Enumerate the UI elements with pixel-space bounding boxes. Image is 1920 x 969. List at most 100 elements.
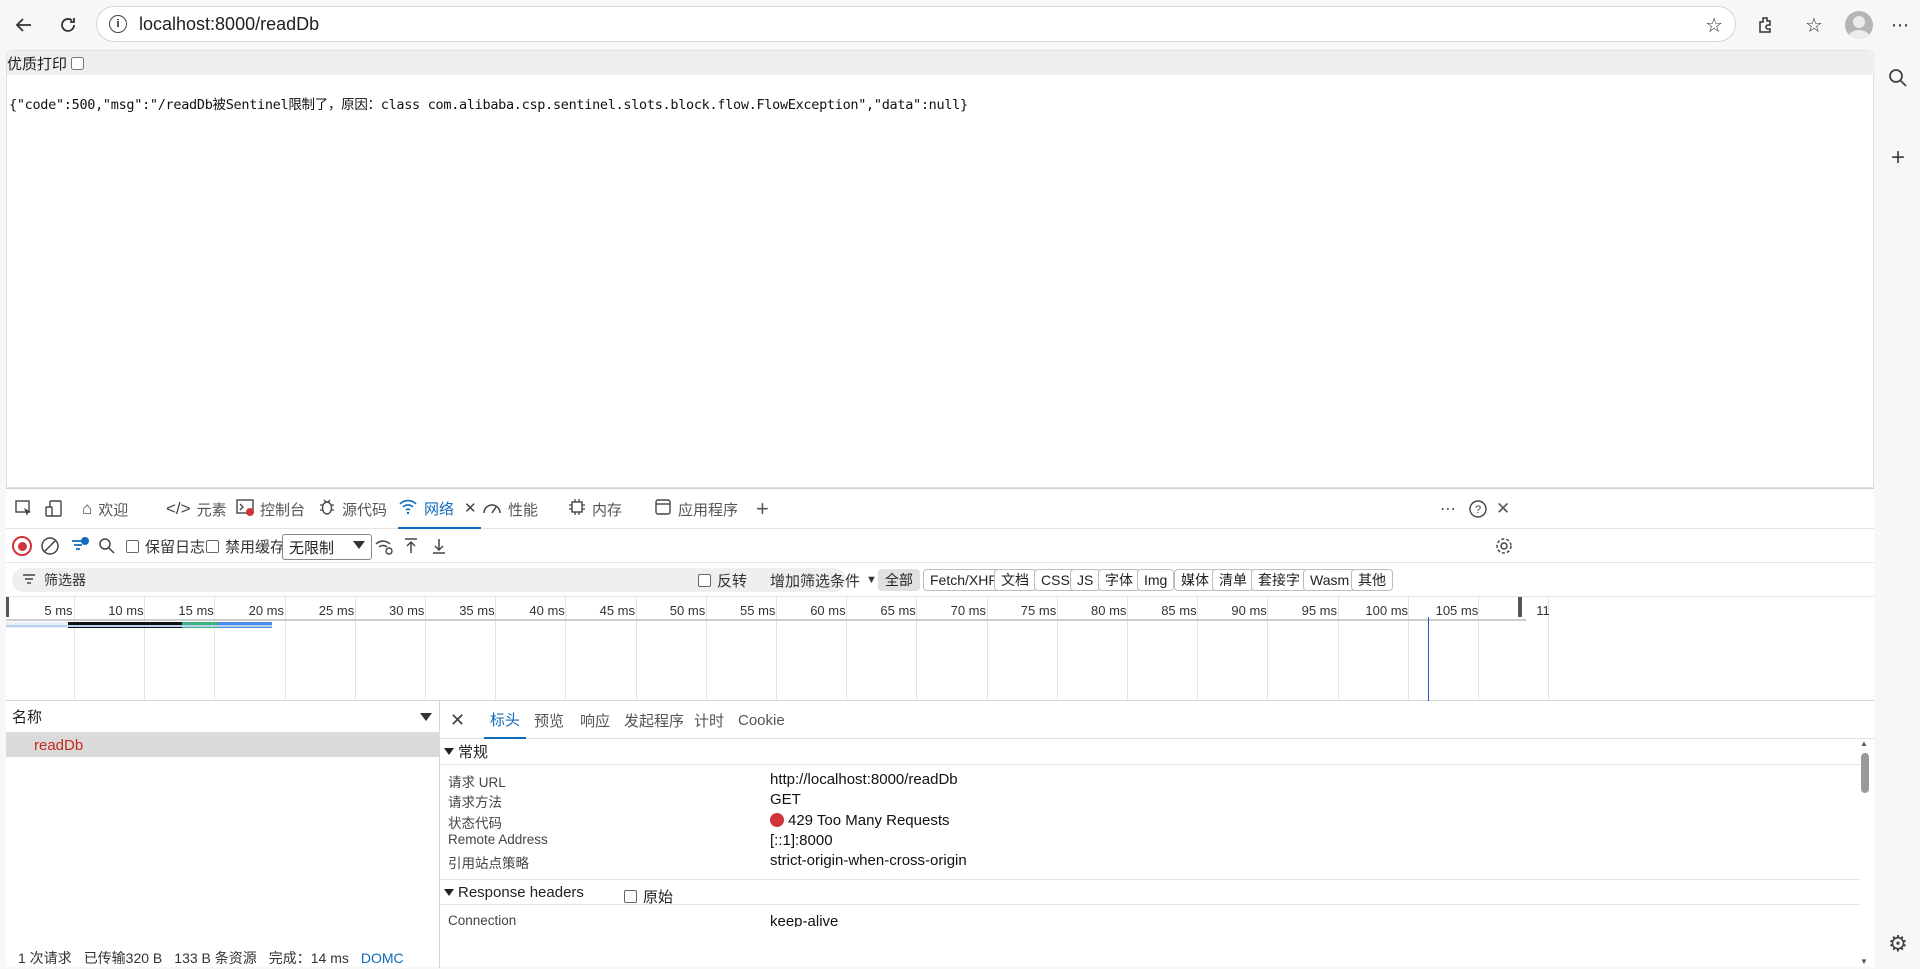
scroll-thumb[interactable] [1861,753,1869,793]
clear-icon[interactable] [40,529,60,563]
timeline-gridline [425,597,426,701]
more-menu-icon[interactable]: ⋯ [1884,9,1916,41]
tab-response[interactable]: 响应 [580,701,610,739]
tab-timing[interactable]: 计时 [694,701,724,739]
throttle-select[interactable]: 无限制 [282,534,372,560]
checkbox-box [126,539,139,553]
tab-headers[interactable]: 标头 [484,701,527,739]
filter-toggle-icon[interactable] [70,529,90,563]
more-tools-icon[interactable]: ⋯ [1440,489,1456,529]
timeline-gridline [284,597,286,701]
network-settings-icon[interactable] [1494,529,1514,563]
tab-application[interactable]: 应用程序 [654,489,738,529]
disable-cache-checkbox[interactable]: 禁用缓存 [206,529,285,563]
tab-performance[interactable]: 性能 [482,489,538,529]
filter-type-wasm[interactable]: Wasm [1303,569,1357,591]
timeline-tick-label: 11 [1536,603,1550,618]
response-body-text: {"code":500,"msg":"/readDb被Sentinel限制了，原… [9,97,968,113]
timeline-gridline [635,597,637,701]
favorites-icon[interactable]: ☆ [1798,9,1830,41]
code-icon: </> [166,499,191,518]
tab-cookies[interactable]: Cookie [738,701,785,739]
general-row: 状态代码 429 Too Many Requests [448,812,950,831]
console-icon [236,498,254,521]
general-row: 请求 URL http://localhost:8000/readDb [448,771,958,790]
tab-initiator[interactable]: 发起程序 [624,701,684,739]
network-timeline[interactable]: 5 ms 10 ms 15 ms 20 ms 25 ms 30 ms 35 ms 40 ms 4… [6,597,1874,701]
filter-type-media[interactable]: 媒体 [1174,569,1216,591]
add-icon[interactable]: + [1886,144,1910,171]
favorite-star-icon[interactable]: ☆ [1705,13,1723,38]
gauge-icon [482,499,502,520]
extensions-icon[interactable] [1750,9,1782,41]
network-toolbar: 保留日志 禁用缓存 无限制 [6,529,1874,563]
timeline-tick-label: 35 ms [459,603,495,618]
close-tab-icon[interactable]: ✕ [464,499,477,517]
info-icon[interactable]: i [109,15,127,33]
filter-type-doc[interactable]: 文档 [994,569,1036,591]
invert-checkbox[interactable]: 反转 [698,563,747,597]
raw-checkbox[interactable]: 原始 [624,886,673,907]
back-icon[interactable] [8,9,40,41]
timeline-handle-right[interactable] [1518,597,1522,617]
detail-scrollbar[interactable]: ▲ ▼ [1860,739,1870,968]
preserve-log-checkbox[interactable]: 保留日志 [126,529,205,563]
timeline-gridline [74,597,75,701]
record-icon[interactable] [12,529,32,563]
device-toolbar-icon[interactable] [44,489,64,529]
profile-avatar[interactable] [1843,9,1875,41]
address-bar[interactable]: i localhost:8000/readDb ☆ [96,6,1736,42]
scroll-up-icon[interactable]: ▲ [1860,739,1868,748]
response-headers-section-header[interactable]: Response headers 原始 [440,879,1860,907]
filter-bar: 筛选器 反转 增加筛选条件 ▼ 全部 Fetch/XHR 文档 CSS JS 字… [6,563,1874,597]
timeline-tick-label: 40 ms [529,603,565,618]
inspect-icon[interactable] [14,489,34,529]
general-section-header[interactable]: 常规 [440,739,1860,765]
timeline-tick-label: 100 ms [1365,603,1409,618]
request-row[interactable]: readDb [6,733,440,757]
scroll-down-icon[interactable]: ▼ [1860,957,1868,966]
filter-type-img[interactable]: Img [1137,569,1175,591]
search-icon[interactable] [98,529,116,563]
close-devtools-icon[interactable]: ✕ [1496,489,1510,529]
filter-type-manifest[interactable]: 清单 [1212,569,1254,591]
general-row: 引用站点策略 strict-origin-when-cross-origin [448,852,967,871]
settings-icon[interactable]: ⚙ [1886,931,1910,956]
export-har-icon[interactable] [430,529,448,563]
timeline-gridline [1267,597,1269,701]
filter-type-js[interactable]: JS [1070,569,1101,591]
filter-type-all[interactable]: 全部 [878,569,920,591]
checkbox-box [698,573,711,587]
print-checkbox[interactable] [71,56,85,70]
tab-console[interactable]: 控制台 [236,489,305,529]
wifi-icon [398,497,418,520]
general-row: Remote Address [::1]:8000 [448,832,833,849]
tab-preview[interactable]: 预览 [534,701,564,739]
import-har-icon[interactable] [402,529,420,563]
network-conditions-icon[interactable] [374,529,394,563]
checkbox-box [206,539,219,553]
filter-type-other[interactable]: 其他 [1351,569,1393,591]
chevron-down-icon: ▼ [866,574,877,586]
timeline-gridline [776,597,777,701]
tab-elements[interactable]: </> 元素 [166,489,227,529]
browser-toolbar: i localhost:8000/readDb ☆ ☆ ⋯ [0,0,1920,50]
timeline-tick-label: 20 ms [248,603,284,618]
timeline-handle-left[interactable] [6,597,9,617]
tab-welcome[interactable]: ⌂ 欢迎 [82,489,128,529]
refresh-icon[interactable] [52,9,84,41]
filter-type-socket[interactable]: 套接字 [1251,569,1307,591]
help-icon[interactable]: ? [1468,489,1488,529]
expand-triangle-icon [444,888,454,896]
timeline-tick-label: 70 ms [950,603,986,618]
tab-network[interactable]: 网络 ✕ [398,489,481,529]
more-filters-dropdown[interactable]: 增加筛选条件 ▼ [770,563,877,597]
add-tab-icon[interactable]: + [756,489,769,529]
search-icon[interactable] [1886,66,1910,90]
close-detail-icon[interactable]: ✕ [450,701,465,739]
name-column-header[interactable]: 名称 [6,701,440,733]
filter-type-font[interactable]: 字体 [1098,569,1140,591]
tab-memory[interactable]: 内存 [568,489,622,529]
tab-sources[interactable]: 源代码 [318,489,387,529]
window-icon [654,498,672,521]
